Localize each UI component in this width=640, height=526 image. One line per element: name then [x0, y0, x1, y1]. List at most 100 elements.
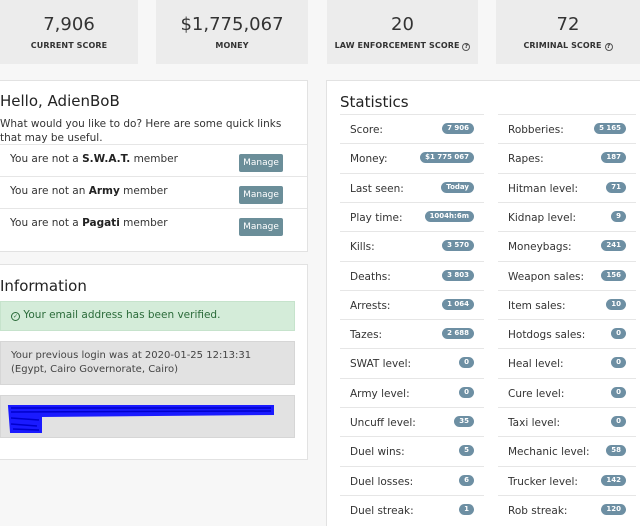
- group-name: Pagati: [82, 217, 120, 229]
- stat-label: Duel losses:: [350, 475, 414, 488]
- stat-label: Taxi level:: [508, 417, 561, 429]
- check-circle-icon: ✓: [11, 312, 20, 321]
- stat-label: Hitman level:: [508, 182, 579, 195]
- stat-label: Army level:: [350, 387, 410, 400]
- stat-row: Rob streak: 120: [498, 494, 636, 524]
- stat-row: Play time: 1004h:6m: [340, 201, 484, 231]
- stat-label: Last seen:: [350, 182, 404, 195]
- stat-value-badge: 241: [601, 240, 626, 252]
- stat-value-badge: 1004h:6m: [424, 210, 474, 222]
- hello-title: Hello, AdienBoB: [0, 92, 120, 110]
- information-panel: Information ✓ Your email address has bee…: [0, 264, 308, 460]
- quicklink-row-swat: You are not a S.W.A.T. member Manage: [0, 144, 307, 176]
- information-title: Information: [0, 277, 87, 295]
- stat-row: SWAT level: 0: [340, 348, 484, 377]
- current-score-value: 7,906: [43, 14, 95, 35]
- stat-value-badge: 5: [459, 445, 474, 457]
- stat-label: Item sales:: [508, 299, 566, 312]
- stat-value-badge: 0: [611, 416, 626, 427]
- stat-label: Rob streak:: [508, 504, 568, 517]
- current-score-label: CURRENT SCORE: [30, 41, 108, 50]
- stat-value-badge: 0: [611, 328, 626, 340]
- statistics-panel: Statistics Score: 7 906 Money: $1 775 067 La…: [326, 80, 640, 526]
- help-icon[interactable]: ?: [604, 43, 613, 51]
- stat-row: Duel streak: 1: [340, 494, 484, 524]
- stat-value-badge: 0: [611, 357, 626, 369]
- stat-card-law-enforcement-score: 20 LAW ENFORCEMENT SCORE ?: [327, 0, 478, 64]
- stat-label: Money:: [350, 153, 388, 166]
- stat-row: Cure level: 0: [498, 377, 636, 407]
- stat-value-badge: 0: [459, 386, 474, 398]
- stat-label: Deaths:: [350, 270, 391, 283]
- stat-value-badge: 7 906: [442, 123, 474, 134]
- stat-value-badge: Today: [441, 181, 474, 193]
- stat-label: Uncuff level:: [350, 417, 416, 429]
- stat-row: Heal level: 0: [498, 348, 636, 377]
- stat-value-badge: 3 570: [442, 240, 474, 252]
- statistics-title: Statistics: [340, 93, 409, 111]
- redacted-alert: [0, 395, 295, 438]
- stat-row: Moneybags: 241: [498, 231, 636, 260]
- stat-label: SWAT level:: [350, 358, 412, 371]
- money-value: $1,775,067: [180, 14, 284, 35]
- stat-row: Kills: 3 570: [340, 231, 484, 260]
- manage-army-button[interactable]: Manage: [239, 186, 283, 204]
- stat-row: Duel wins: 5: [340, 436, 484, 465]
- stat-row: Taxi level: 0: [498, 407, 636, 436]
- scribble-redaction: [7, 405, 274, 433]
- stat-row: Hotdogs sales: 0: [498, 319, 636, 348]
- stat-label: Kills:: [350, 241, 375, 254]
- stat-value-badge: 9: [611, 210, 626, 222]
- stat-value-badge: 0: [611, 386, 626, 398]
- stat-label: Duel wins:: [350, 446, 405, 459]
- manage-swat-button[interactable]: Manage: [239, 154, 283, 172]
- stat-label: Mechanic level:: [508, 446, 590, 459]
- stat-value-badge: 2 688: [442, 328, 474, 340]
- quicklink-prefix: You are not a: [10, 217, 79, 229]
- stat-row: Robberies: 5 165: [498, 114, 636, 143]
- stat-value-badge: 10: [606, 298, 626, 310]
- stat-label: Rapes:: [508, 153, 544, 166]
- stat-row: Duel losses: 6: [340, 465, 484, 495]
- quicklink-prefix: You are not a: [10, 153, 79, 165]
- stat-card-money: $1,775,067 MONEY: [156, 0, 308, 64]
- stat-value-badge: 58: [606, 445, 626, 457]
- criminal-score-label: CRIMINAL SCORE: [523, 41, 602, 50]
- group-name: Army: [88, 185, 120, 197]
- stat-row: Hitman level: 71: [498, 172, 636, 202]
- quicklink-row-army: You are not an Army member Manage: [0, 176, 307, 208]
- stat-value-badge: 142: [601, 474, 626, 486]
- stat-value-badge: 6: [459, 474, 474, 486]
- stat-value-badge: 156: [601, 269, 626, 281]
- law-enforcement-score-label: LAW ENFORCEMENT SCORE: [334, 41, 460, 50]
- stat-value-badge: 3 803: [442, 269, 474, 281]
- stat-row: Trucker level: 142: [498, 465, 636, 495]
- stat-value-badge: 1 064: [442, 298, 474, 310]
- stat-row: Mechanic level: 58: [498, 436, 636, 465]
- stat-label: Heal level:: [508, 358, 564, 371]
- quicklink-row-pagati: You are not a Pagati member Manage: [0, 208, 307, 240]
- stat-label: Duel streak:: [350, 504, 414, 517]
- stat-card-current-score: 7,906 CURRENT SCORE: [0, 0, 138, 64]
- stat-value-badge: 71: [606, 181, 626, 193]
- help-icon[interactable]: ?: [462, 43, 471, 51]
- quicklink-suffix: member: [123, 217, 168, 229]
- stat-label: Tazes:: [350, 329, 383, 342]
- stat-row: Rapes: 187: [498, 143, 636, 172]
- stat-value-badge: 35: [454, 416, 474, 427]
- hello-intro: What would you like to do? Here are some…: [0, 118, 282, 144]
- stat-label: Weapon sales:: [508, 270, 585, 283]
- money-label: MONEY: [215, 41, 249, 50]
- stat-value-badge: 5 165: [594, 123, 626, 134]
- criminal-score-value: 72: [556, 14, 580, 35]
- stat-row: Last seen: Today: [340, 172, 484, 202]
- stat-row: Arrests: 1 064: [340, 289, 484, 319]
- stat-value-badge: 187: [601, 152, 626, 164]
- stat-label: Cure level:: [508, 387, 565, 400]
- stat-label: Hotdogs sales:: [508, 329, 586, 342]
- manage-pagati-button[interactable]: Manage: [239, 218, 283, 236]
- stat-row: Money: $1 775 067: [340, 143, 484, 172]
- stat-label: Arrests:: [350, 299, 391, 312]
- stat-row: Item sales: 10: [498, 289, 636, 319]
- stat-value-badge: 120: [601, 503, 626, 515]
